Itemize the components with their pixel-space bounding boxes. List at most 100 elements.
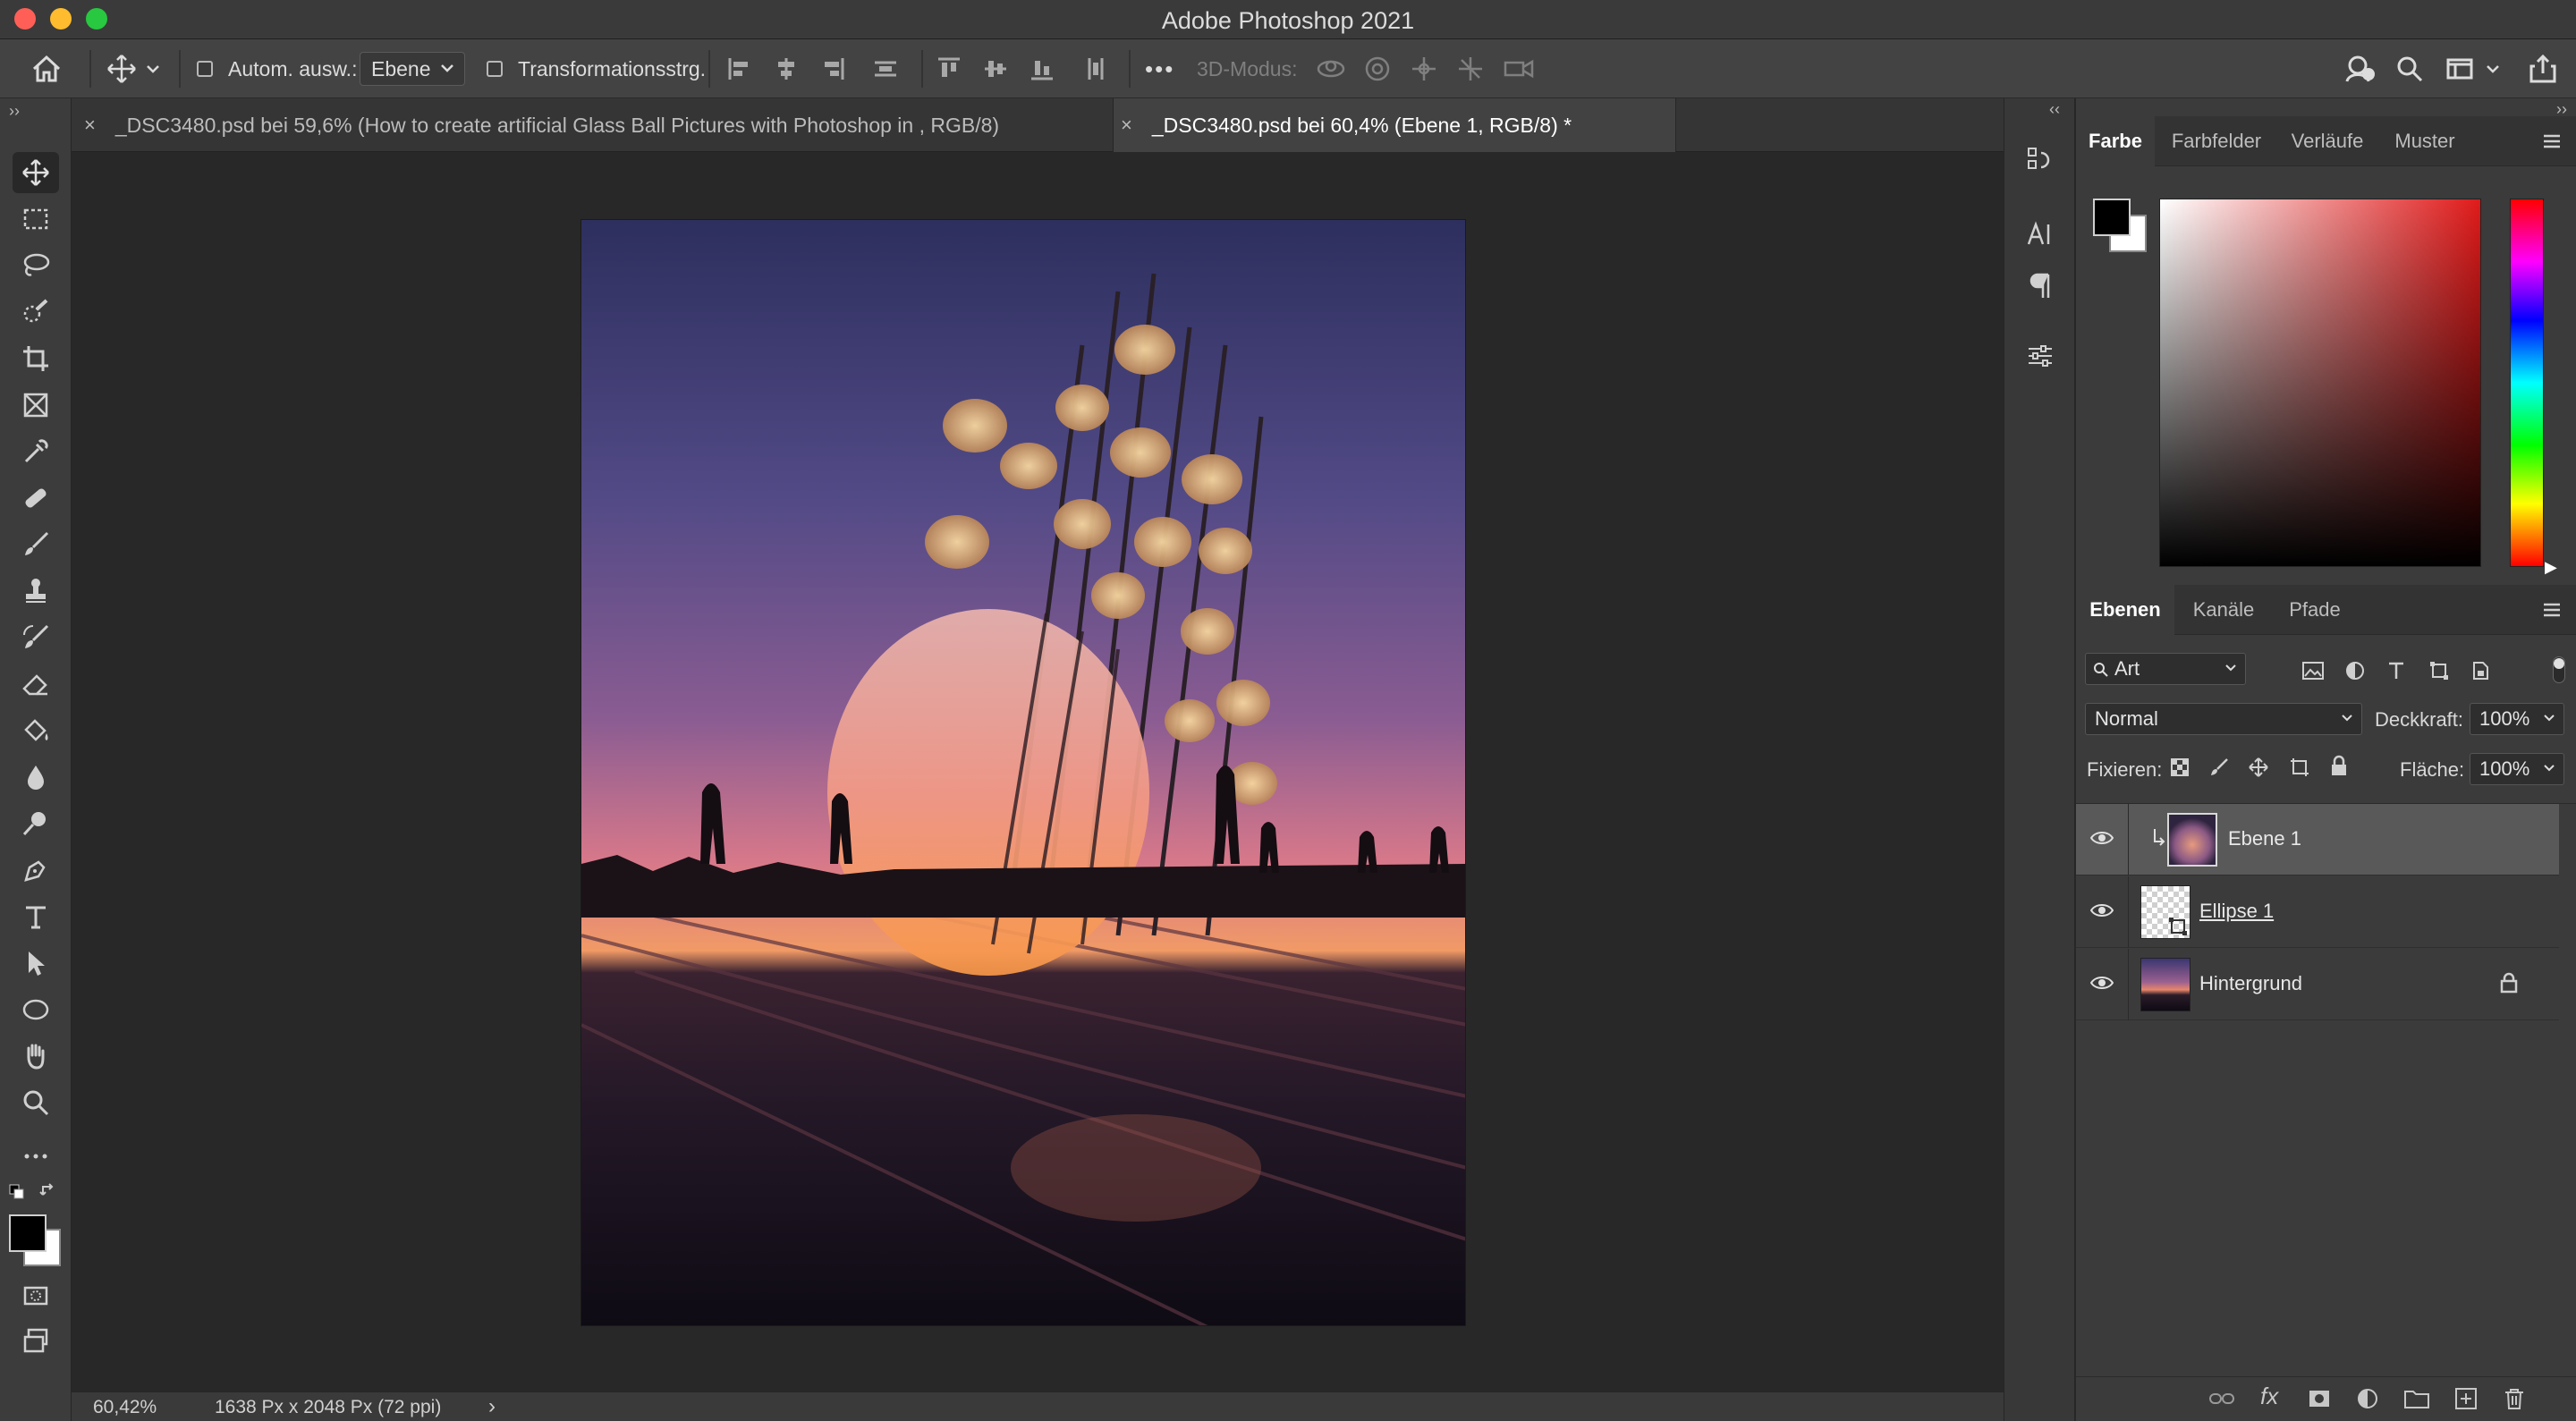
image-filter-icon[interactable] [2301,660,2325,681]
search-button[interactable] [2395,39,2424,98]
character-panel-button[interactable] [2022,216,2058,252]
lock-artboard-icon[interactable] [2289,757,2310,778]
paint-bucket-tool[interactable] [13,710,59,751]
align-hcenter-button[interactable] [773,39,800,98]
home-button[interactable] [30,39,63,98]
crop-tool[interactable] [13,338,59,379]
more-options-button[interactable]: ••• [1145,55,1174,83]
eraser-tool[interactable] [13,664,59,705]
lock-pixels-icon[interactable] [2208,757,2230,778]
foreground-color-swatch[interactable] [9,1214,47,1252]
healing-tool[interactable] [13,478,59,519]
new-layer-icon[interactable] [2453,1386,2479,1411]
close-tab-icon[interactable]: × [1121,114,1132,137]
share-button[interactable] [2528,39,2558,98]
tab-farbe[interactable]: Farbe [2076,116,2155,166]
learn-button[interactable] [2343,39,2376,98]
align-vcenter-button[interactable] [982,39,1009,98]
move-tool[interactable] [13,152,59,193]
zoom-level-field[interactable]: 60,42% [93,1397,157,1418]
quick-mask-button[interactable] [13,1275,59,1316]
more-tools[interactable] [13,1136,59,1177]
panel-foreground-swatch[interactable] [2093,199,2131,236]
hand-tool[interactable] [13,1036,59,1077]
tool-preset-picker[interactable] [106,39,161,98]
3d-scale-button[interactable] [1503,39,1535,98]
collapse-toolbar-icon[interactable]: ›› [9,102,20,121]
status-menu-arrow[interactable]: › [488,1394,496,1419]
align-left-button[interactable] [726,39,753,98]
align-right-button[interactable] [819,39,846,98]
type-filter-icon[interactable] [2385,660,2407,681]
layer-name[interactable]: Ebene 1 [2228,827,2301,850]
tab-pfade[interactable]: Pfade [2275,585,2355,635]
align-bottom-button[interactable] [1029,39,1055,98]
path-select-tool[interactable] [13,943,59,984]
eyedropper-tool[interactable] [13,431,59,472]
ellipse-tool[interactable] [13,989,59,1030]
lock-transparent-icon[interactable] [2169,757,2190,778]
3d-slide-button[interactable] [1456,39,1485,98]
align-top-button[interactable] [936,39,962,98]
distribute-horizontal-button[interactable] [1082,39,1109,98]
shape-filter-icon[interactable] [2428,660,2450,681]
3d-pan-button[interactable] [1410,39,1438,98]
blur-tool[interactable] [13,757,59,798]
document-canvas[interactable] [580,219,1466,1326]
visibility-eye-icon[interactable] [2090,974,2114,992]
dodge-tool[interactable] [13,803,59,844]
layer-name[interactable]: Hintergrund [2199,972,2302,995]
workspace-button[interactable] [2445,39,2501,98]
stamp-tool[interactable] [13,571,59,612]
adjustment-filter-icon[interactable] [2344,660,2366,681]
delete-layer-icon[interactable] [2502,1386,2527,1411]
transform-controls-checkbox[interactable] [487,39,503,98]
zoom-tool[interactable] [13,1082,59,1123]
smart-object-filter-icon[interactable] [2470,660,2491,681]
document-tab-active[interactable]: × _DSC3480.psd bei 60,4% (Ebene 1, RGB/8… [1113,98,1676,152]
link-layers-icon[interactable] [2208,1386,2235,1411]
color-field[interactable] [2159,199,2481,567]
expand-panels-icon[interactable]: ‹‹ [2049,100,2060,119]
lock-all-icon[interactable] [2328,755,2350,778]
3d-orbit-button[interactable] [1315,39,1347,98]
screen-mode-button[interactable] [13,1320,59,1361]
layer-name[interactable]: Ellipse 1 [2199,900,2274,923]
tab-ebenen[interactable]: Ebenen [2076,585,2174,635]
visibility-eye-icon[interactable] [2090,829,2114,847]
lasso-tool[interactable] [13,245,59,286]
3d-roll-button[interactable] [1363,39,1392,98]
distribute-vertical-button[interactable] [872,39,899,98]
history-brush-tool[interactable] [13,617,59,658]
add-mask-icon[interactable] [2307,1386,2332,1411]
new-adjustment-layer-icon[interactable] [2355,1386,2380,1411]
canvas-area[interactable] [72,153,1973,1391]
brush-tool[interactable] [13,524,59,565]
quick-select-tool[interactable] [13,292,59,333]
default-colors-icon[interactable] [9,1184,25,1205]
hue-slider[interactable] [2510,199,2544,567]
blend-mode-dropdown[interactable]: Normal [2085,703,2362,735]
auto-select-checkbox[interactable] [197,39,213,98]
visibility-eye-icon[interactable] [2090,901,2114,919]
type-tool[interactable] [13,896,59,937]
tab-kanaele[interactable]: Kanäle [2176,585,2271,635]
filter-toggle-switch[interactable] [2553,656,2565,683]
history-panel-button[interactable] [2022,141,2058,177]
document-tab[interactable]: × _DSC3480.psd bei 59,6% (How to create … [84,98,1113,152]
new-group-icon[interactable] [2403,1386,2430,1411]
hue-pointer-icon[interactable]: ▶ [2545,558,2557,577]
auto-select-target-dropdown[interactable]: Ebene [360,52,465,86]
layer-row-ellipse-1[interactable]: Ellipse 1 [2076,876,2559,948]
panel-menu-icon[interactable] [2542,132,2562,150]
marquee-tool[interactable] [13,199,59,240]
swap-colors-icon[interactable] [39,1182,57,1205]
layer-style-fx-icon[interactable]: fx [2260,1383,2278,1410]
frame-tool[interactable] [13,385,59,426]
lock-position-icon[interactable] [2248,757,2269,778]
panel-menu-icon[interactable] [2542,601,2562,619]
pen-tool[interactable] [13,850,59,891]
layer-row-ebene-1[interactable]: Ebene 1 [2076,804,2559,875]
fill-field[interactable]: 100% [2470,753,2564,785]
layer-filter-dropdown[interactable]: Art [2085,653,2246,685]
